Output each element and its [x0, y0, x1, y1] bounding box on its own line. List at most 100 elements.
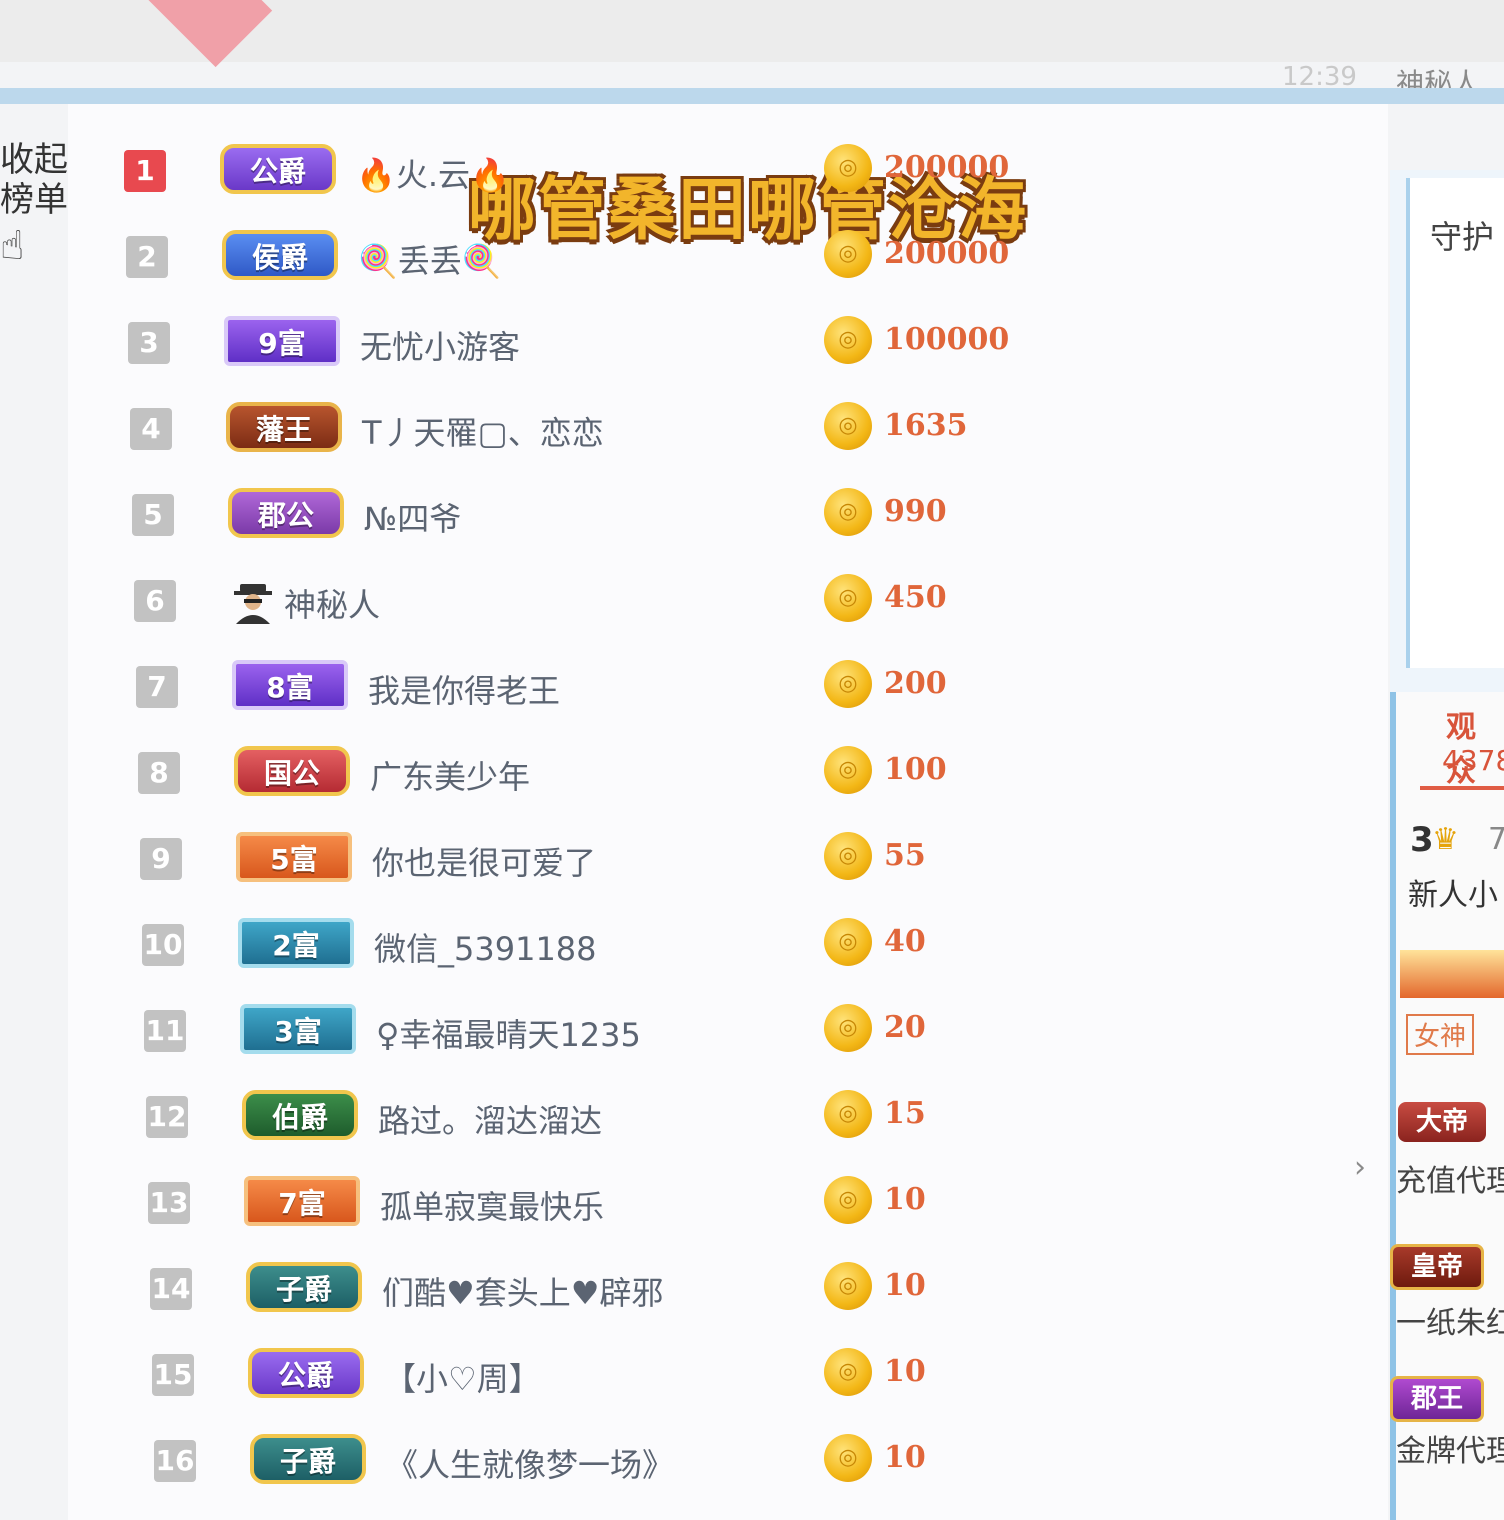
level-badge: 子爵 [250, 1434, 366, 1484]
tag-goddess: 女神 [1406, 1014, 1475, 1055]
rank-number: 16 [154, 1440, 196, 1482]
rank-number: 2 [126, 236, 168, 278]
badge-dadi: 大帝 [1398, 1102, 1486, 1142]
leaderboard-row[interactable]: 15 公爵 【小♡周】 ◎ 10 [152, 1348, 1152, 1408]
pointer-hand-icon: ☝ [0, 223, 25, 269]
level-badge: 7富 [244, 1176, 360, 1226]
level-badge: 8富 [232, 660, 348, 710]
viewer-name-4[interactable]: 金牌代理 [1396, 1426, 1504, 1470]
viewer-name-3[interactable]: 一纸朱红 [1396, 1298, 1504, 1342]
level-badge: 3富 [240, 1004, 356, 1054]
rank-number: 5 [132, 494, 174, 536]
user-name[interactable]: 们酷♥套头上♥辟邪 [382, 1268, 663, 1314]
user-name[interactable]: №四爷 [364, 494, 461, 540]
level-badge: 公爵 [220, 144, 336, 194]
vip-banner-image [1400, 950, 1504, 998]
coin-icon: ◎ [824, 918, 872, 966]
active-tab-indicator [1420, 786, 1504, 790]
leaderboard-panel: 哪管桑田哪管沧海 1 公爵 🔥火.云🔥 ◎ 200000 2 侯爵 🍭丢丢🍭 ◎ 200000 3 9… [68, 104, 1388, 1520]
user-name[interactable]: 🍭丢丢🍭 [358, 236, 502, 282]
chevron-right-icon[interactable]: › [1354, 1150, 1366, 1185]
rank-number: 3 [128, 322, 170, 364]
viewer-rank-number: 3 [1410, 820, 1434, 860]
badge-huangdi: 皇帝 [1390, 1244, 1484, 1290]
decor-diamond [137, 0, 273, 68]
contribution-amount: 1635 [884, 408, 968, 443]
rank-number: 8 [138, 752, 180, 794]
level-badge: 5富 [236, 832, 352, 882]
user-name[interactable]: 微信_5391188 [374, 924, 597, 970]
leaderboard-row[interactable]: 5 郡公 №四爷 ◎ 990 [132, 488, 1132, 548]
right-sidebar: 守护 观众 4378 3 ♛ 7 新人小 女神 › 大帝 充值代理 皇帝 一纸朱… [1354, 170, 1504, 1520]
contribution-amount: 100000 [884, 322, 1010, 357]
coin-icon: ◎ [824, 574, 872, 622]
rank-number: 15 [152, 1354, 194, 1396]
contribution-amount: 10 [884, 1268, 926, 1303]
leaderboard-row[interactable]: 1 公爵 🔥火.云🔥 ◎ 200000 [124, 144, 1124, 204]
contribution-amount: 10 [884, 1354, 926, 1389]
user-name[interactable]: 你也是很可爱了 [372, 838, 596, 884]
collapse-list-control[interactable]: 收起 榜单 ☝ [0, 140, 68, 266]
leaderboard-row[interactable]: 16 子爵 《人生就像梦一场》 ◎ 10 [154, 1434, 1154, 1494]
mystery-user-icon [232, 578, 274, 624]
coin-icon: ◎ [824, 746, 872, 794]
user-name[interactable]: 广东美少年 [370, 752, 530, 798]
rank-number: 12 [146, 1096, 188, 1138]
level-badge: 公爵 [248, 1348, 364, 1398]
contribution-amount: 20 [884, 1010, 926, 1045]
user-name[interactable]: 我是你得老王 [368, 666, 560, 712]
coin-icon: ◎ [824, 230, 872, 278]
leaderboard-row[interactable]: 10 2富 微信_5391188 ◎ 40 [142, 918, 1142, 978]
leaderboard-row[interactable]: 2 侯爵 🍭丢丢🍭 ◎ 200000 [126, 230, 1126, 290]
rank-number: 4 [130, 408, 172, 450]
leaderboard-row[interactable]: 7 8富 我是你得老王 ◎ 200 [136, 660, 1136, 720]
collapse-label-2: 榜单 [0, 180, 68, 220]
level-badge: 伯爵 [242, 1090, 358, 1140]
leaderboard-row[interactable]: 4 藩王 T丿天罹▢、恋恋 ◎ 1635 [130, 402, 1130, 462]
leaderboard-row[interactable]: 6 神秘人 ◎ 450 [134, 574, 1134, 634]
leaderboard-row[interactable]: 11 3富 ♀幸福最晴天1235 ◎ 20 [144, 1004, 1144, 1064]
guard-tab[interactable]: 守护 [1430, 212, 1494, 258]
rank-number: 9 [140, 838, 182, 880]
level-badge: 子爵 [246, 1262, 362, 1312]
coin-icon: ◎ [824, 832, 872, 880]
header-band [0, 88, 1504, 104]
rank-number: 14 [150, 1268, 192, 1310]
leaderboard-row[interactable]: 9 5富 你也是很可爱了 ◎ 55 [140, 832, 1140, 892]
leaderboard-row[interactable]: 12 伯爵 路过。溜达溜达 ◎ 15 [146, 1090, 1146, 1150]
contribution-amount: 10 [884, 1182, 926, 1217]
level-badge: 国公 [234, 746, 350, 796]
user-name[interactable]: 无忧小游客 [360, 322, 520, 368]
user-name[interactable]: 孤单寂寞最快乐 [380, 1182, 604, 1228]
user-name[interactable]: 神秘人 [284, 580, 380, 626]
coin-icon: ◎ [824, 144, 872, 192]
viewer-rank-tail: 7 [1488, 822, 1504, 857]
leaderboard-row[interactable]: 13 7富 孤单寂寞最快乐 ◎ 10 [148, 1176, 1148, 1236]
level-badge: 2富 [238, 918, 354, 968]
contribution-amount: 200000 [884, 236, 1010, 271]
audience-count: 4378 [1442, 744, 1504, 777]
user-name[interactable]: T丿天罹▢、恋恋 [362, 408, 604, 454]
viewer-name-1[interactable]: 新人小 [1408, 870, 1498, 914]
coin-icon: ◎ [824, 1262, 872, 1310]
rank-number: 10 [142, 924, 184, 966]
contribution-amount: 40 [884, 924, 926, 959]
leaderboard-row[interactable]: 8 国公 广东美少年 ◎ 100 [138, 746, 1138, 806]
coin-icon: ◎ [824, 316, 872, 364]
user-name[interactable]: 《人生就像梦一场》 [386, 1440, 674, 1486]
user-name[interactable]: ♀幸福最晴天1235 [376, 1010, 641, 1056]
contribution-amount: 200000 [884, 150, 1010, 185]
leaderboard-row[interactable]: 3 9富 无忧小游客 ◎ 100000 [128, 316, 1128, 376]
top-bar: 12:39 神秘人 [0, 0, 1504, 100]
contribution-amount: 55 [884, 838, 926, 873]
user-name[interactable]: 🔥火.云🔥 [356, 150, 510, 196]
contribution-amount: 450 [884, 580, 947, 615]
leaderboard-row[interactable]: 14 子爵 们酷♥套头上♥辟邪 ◎ 10 [150, 1262, 1150, 1322]
user-name[interactable]: 路过。溜达溜达 [378, 1096, 602, 1142]
user-name[interactable]: 【小♡周】 [384, 1354, 541, 1400]
coin-icon: ◎ [824, 488, 872, 536]
viewer-name-2[interactable]: 充值代理 [1396, 1156, 1504, 1200]
coin-icon: ◎ [824, 1176, 872, 1224]
rank-number: 7 [136, 666, 178, 708]
level-badge: 郡公 [228, 488, 344, 538]
